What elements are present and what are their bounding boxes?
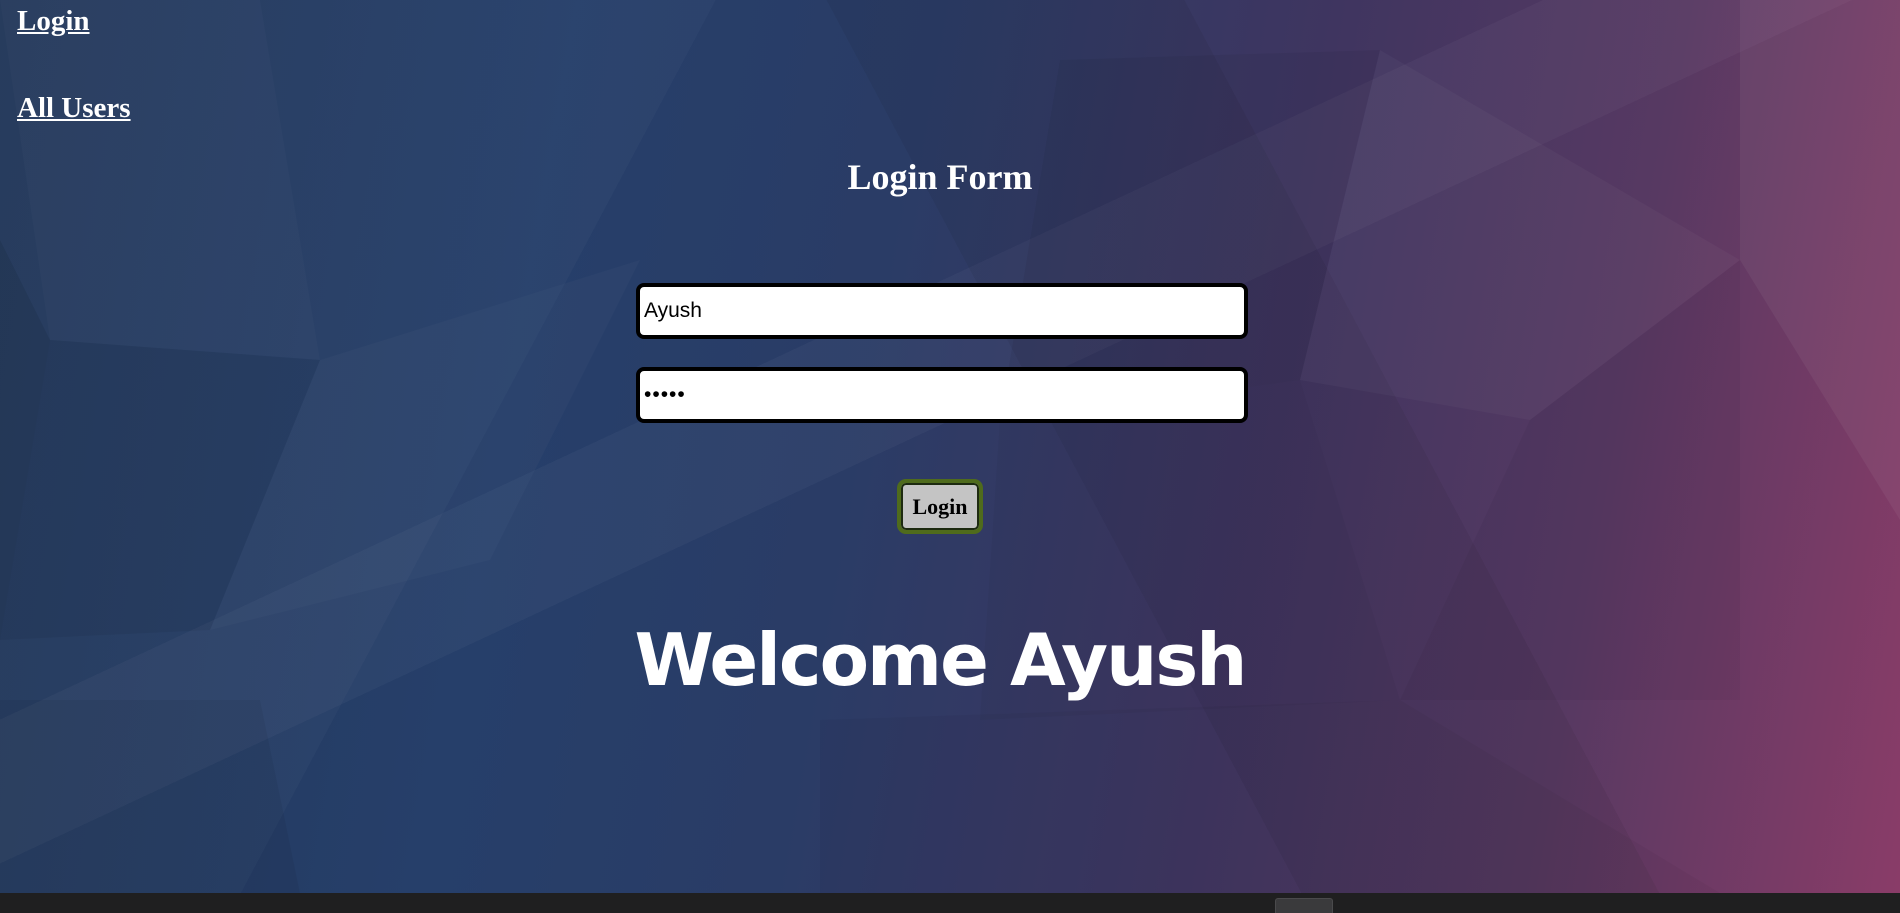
taskbar-app-button[interactable] [1275,898,1333,913]
nav-login-link[interactable]: Login [17,5,90,38]
welcome-message: Welcome Ayush [634,618,1248,702]
background-pattern [0,0,1900,893]
username-input[interactable] [636,283,1248,339]
password-input[interactable] [636,367,1248,423]
nav-all-users-link[interactable]: All Users [17,92,131,125]
taskbar [0,893,1900,913]
login-button[interactable]: Login [897,479,983,534]
login-page: { "nav": { "login_label": "Login", "all_… [0,0,1900,913]
page-title: Login Form [847,157,1033,197]
